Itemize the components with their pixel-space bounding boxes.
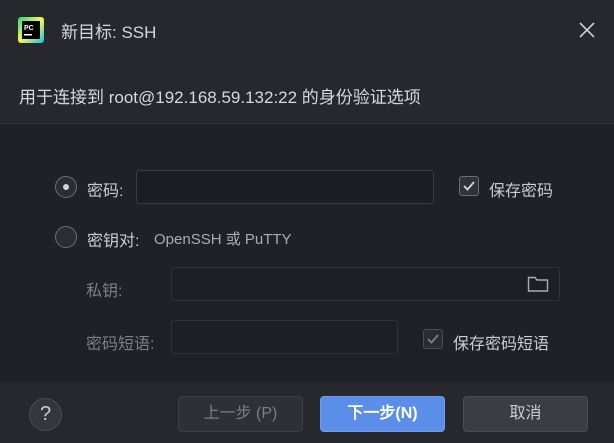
passphrase-input[interactable] bbox=[171, 320, 398, 354]
private-key-label: 私钥: bbox=[86, 283, 123, 300]
subtitle-bar: 用于连接到 root@192.168.59.132:22 的身份验证选项 bbox=[0, 60, 614, 124]
checkmark-icon bbox=[427, 334, 439, 344]
keypair-radio[interactable] bbox=[55, 226, 77, 248]
help-button[interactable]: ? bbox=[29, 398, 62, 431]
pycharm-icon: PC bbox=[18, 17, 44, 43]
cancel-button[interactable]: 取消 bbox=[463, 396, 588, 432]
save-password-label: 保存密码 bbox=[489, 183, 554, 200]
save-passphrase-label: 保存密码短语 bbox=[453, 336, 550, 353]
auth-options-panel: 密码: 保存密码 密钥对: OpenSSH 或 PuTTY 私钥: 密码短语: … bbox=[0, 125, 614, 383]
password-label: 密码: bbox=[87, 183, 124, 200]
svg-text:PC: PC bbox=[24, 25, 34, 32]
checkmark-icon bbox=[463, 181, 475, 191]
private-key-input[interactable] bbox=[171, 267, 560, 301]
folder-icon[interactable] bbox=[527, 274, 549, 294]
keypair-label: 密钥对: bbox=[87, 233, 140, 250]
title-bar: PC 新目标: SSH bbox=[0, 0, 614, 60]
dialog-footer: ? 上一步 (P) 下一步(N) 取消 bbox=[0, 383, 614, 443]
previous-button[interactable]: 上一步 (P) bbox=[178, 396, 303, 432]
password-input[interactable] bbox=[136, 170, 434, 204]
subtitle-text: 用于连接到 root@192.168.59.132:22 的身份验证选项 bbox=[19, 88, 421, 107]
next-button[interactable]: 下一步(N) bbox=[320, 396, 445, 432]
passphrase-label: 密码短语: bbox=[86, 336, 155, 353]
keypair-hint: OpenSSH 或 PuTTY bbox=[154, 231, 292, 248]
password-radio[interactable] bbox=[55, 176, 77, 198]
close-icon[interactable] bbox=[575, 18, 599, 42]
window-title: 新目标: SSH bbox=[61, 23, 157, 42]
save-passphrase-checkbox[interactable] bbox=[423, 329, 443, 349]
save-password-checkbox[interactable] bbox=[459, 176, 479, 196]
